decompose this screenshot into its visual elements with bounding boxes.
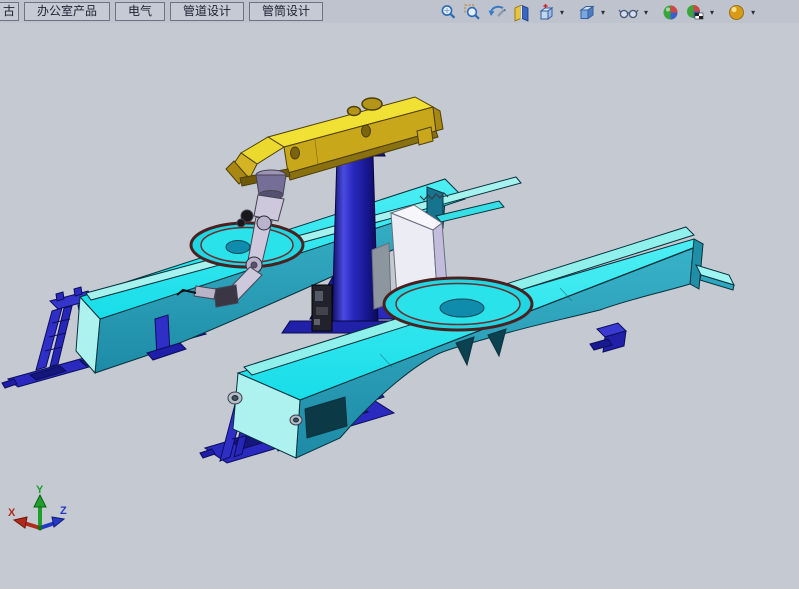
triad-x-label: X [8,507,16,519]
view-orientation-icon[interactable] [535,2,556,22]
display-style-icon[interactable] [576,2,597,22]
command-tab-bar: 古 办公室产品 电气 管道设计 管筒设计 [0,0,799,24]
display-style-dropdown[interactable]: ▾ [601,8,605,17]
triad-y-label: Y [36,484,44,496]
column-control-box[interactable] [312,285,332,331]
section-view-icon[interactable] [511,2,532,22]
tab-electrical[interactable]: 电气 [115,2,165,21]
front-rotary-ring[interactable] [384,278,532,330]
view-settings-dropdown[interactable]: ▾ [751,8,755,17]
hide-show-items-icon[interactable] [617,2,640,22]
previous-view-icon[interactable] [486,2,508,22]
triad-z-label: Z [60,505,67,517]
zoom-to-fit-icon[interactable] [438,2,459,22]
view-toolbar: ▾ ▾ ▾ [438,2,755,22]
tab-office-products[interactable]: 办公室产品 [24,2,110,21]
view-settings-icon[interactable] [726,2,747,22]
cad-application-window: 古 办公室产品 电气 管道设计 管筒设计 [0,0,799,589]
apply-scene-icon[interactable] [684,2,706,22]
zoom-to-area-icon[interactable] [462,2,483,22]
hide-show-items-dropdown[interactable]: ▾ [644,8,648,17]
view-orientation-dropdown[interactable]: ▾ [560,8,564,17]
apply-scene-dropdown[interactable]: ▾ [710,8,714,17]
edit-appearance-icon[interactable] [660,2,681,22]
tab-piping-design[interactable]: 管道设计 [170,2,244,21]
graphics-viewport[interactable]: Y X Z [0,23,799,589]
tab-partial[interactable]: 古 [0,2,19,21]
command-tabs: 古 办公室产品 电气 管道设计 管筒设计 [0,2,323,21]
tab-tubing-design[interactable]: 管筒设计 [249,2,323,21]
